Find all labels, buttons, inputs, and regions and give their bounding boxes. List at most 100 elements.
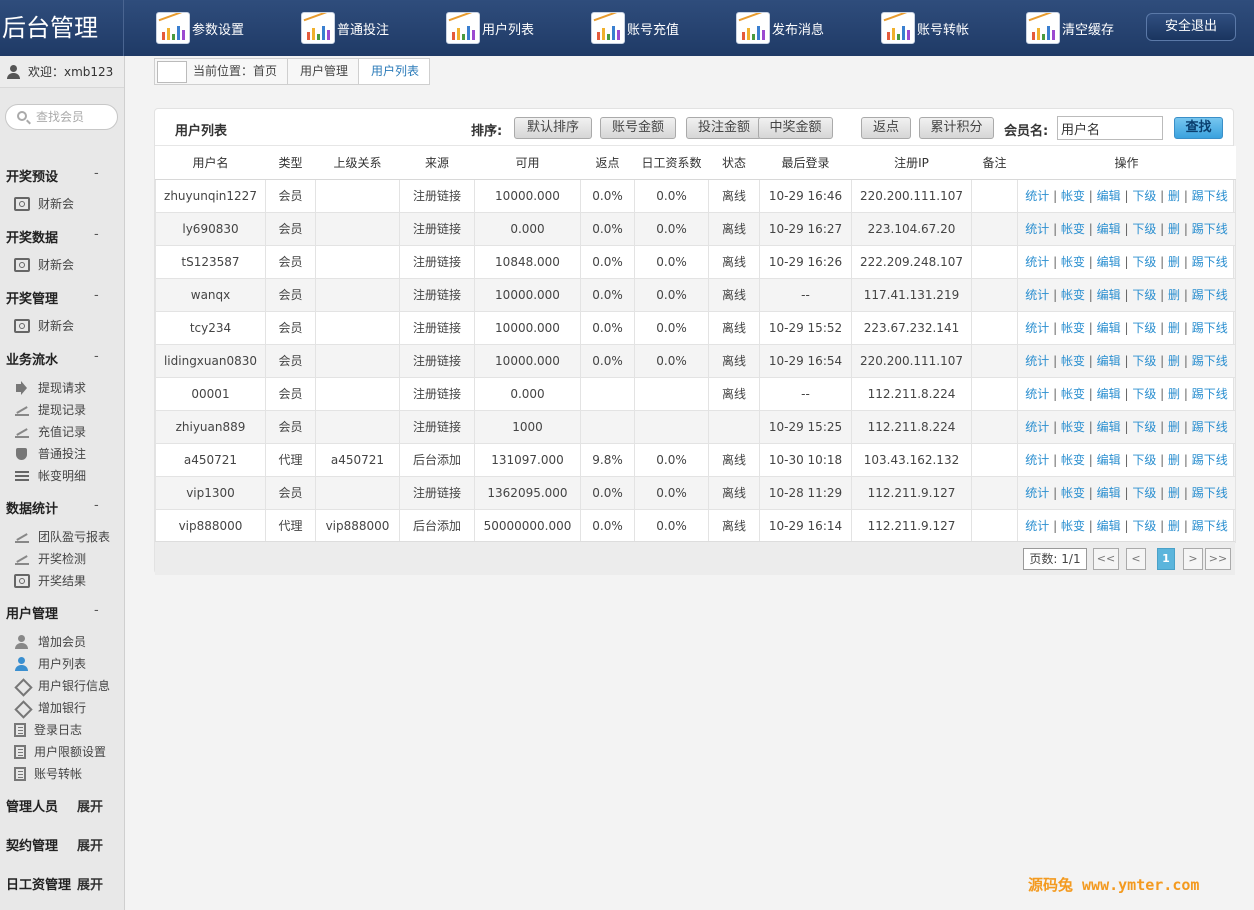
section-toggle[interactable]: - [94, 603, 99, 618]
section-toggle[interactable]: 展开 [77, 796, 103, 815]
nav-item-7[interactable]: 清空缓存 [1026, 11, 1114, 45]
action-link[interactable]: 删 [1168, 453, 1180, 467]
sidebar-section-title[interactable]: 用户管理 - [6, 603, 120, 622]
sidebar-item[interactable]: 普通投注 [14, 445, 86, 462]
action-link[interactable]: 踢下线 [1192, 189, 1228, 203]
sidebar-section-title[interactable]: 数据统计 - [6, 498, 120, 517]
action-link[interactable]: 帐变 [1061, 519, 1085, 533]
sidebar-section-title[interactable]: 开奖管理 - [6, 288, 120, 307]
action-link[interactable]: 帐变 [1061, 354, 1085, 368]
sidebar-section-title[interactable]: 日工资管理 展开 [6, 874, 120, 893]
action-link[interactable]: 下级 [1132, 420, 1156, 434]
section-toggle[interactable]: - [94, 349, 99, 364]
action-link[interactable]: 删 [1168, 321, 1180, 335]
action-link[interactable]: 下级 [1132, 189, 1156, 203]
action-link[interactable]: 下级 [1132, 486, 1156, 500]
action-link[interactable]: 统计 [1025, 387, 1049, 401]
action-link[interactable]: 帐变 [1061, 255, 1085, 269]
section-toggle[interactable]: - [94, 498, 99, 513]
action-link[interactable]: 帐变 [1061, 288, 1085, 302]
nav-item-2[interactable]: 普通投注 [301, 11, 389, 45]
action-link[interactable]: 下级 [1132, 387, 1156, 401]
action-link[interactable]: 删 [1168, 354, 1180, 368]
action-link[interactable]: 删 [1168, 255, 1180, 269]
action-link[interactable]: 编辑 [1097, 255, 1121, 269]
action-link[interactable]: 删 [1168, 189, 1180, 203]
action-link[interactable]: 统计 [1025, 222, 1049, 236]
action-link[interactable]: 踢下线 [1192, 222, 1228, 236]
sidebar-item[interactable]: 充值记录 [14, 423, 86, 440]
action-link[interactable]: 编辑 [1097, 486, 1121, 500]
sidebar-item[interactable]: 财新会 [14, 195, 74, 212]
action-link[interactable]: 踢下线 [1192, 420, 1228, 434]
action-link[interactable]: 统计 [1025, 255, 1049, 269]
action-link[interactable]: 编辑 [1097, 519, 1121, 533]
sidebar-item[interactable]: 登录日志 [14, 721, 82, 738]
sidebar-section-title[interactable]: 业务流水 - [6, 349, 120, 368]
action-link[interactable]: 统计 [1025, 321, 1049, 335]
action-link[interactable]: 帐变 [1061, 453, 1085, 467]
section-toggle[interactable]: - [94, 227, 99, 242]
action-link[interactable]: 下级 [1132, 321, 1156, 335]
action-link[interactable]: 帐变 [1061, 222, 1085, 236]
sidebar-item[interactable]: 开奖检测 [14, 550, 86, 567]
action-link[interactable]: 踢下线 [1192, 288, 1228, 302]
sort-button[interactable]: 投注金额 [686, 117, 762, 139]
logout-button[interactable]: 安全退出 [1146, 13, 1236, 41]
nav-item-1[interactable]: 参数设置 [156, 11, 244, 45]
action-link[interactable]: 删 [1168, 222, 1180, 236]
breadcrumb-user-management[interactable]: 用户管理 [287, 58, 360, 85]
action-link[interactable]: 统计 [1025, 453, 1049, 467]
sidebar-item[interactable]: 提现请求 [14, 379, 86, 396]
sidebar-item[interactable]: 团队盈亏报表 [14, 528, 110, 545]
action-link[interactable]: 踢下线 [1192, 321, 1228, 335]
nav-item-3[interactable]: 用户列表 [446, 11, 534, 45]
sidebar-item[interactable]: 帐变明细 [14, 467, 86, 484]
action-link[interactable]: 下级 [1132, 519, 1156, 533]
action-link[interactable]: 踢下线 [1192, 486, 1228, 500]
action-link[interactable]: 编辑 [1097, 321, 1121, 335]
action-link[interactable]: 踢下线 [1192, 453, 1228, 467]
action-link[interactable]: 帐变 [1061, 486, 1085, 500]
page-button[interactable]: << [1093, 548, 1119, 570]
sidebar-item[interactable]: 增加银行 [14, 699, 86, 716]
breadcrumb-home[interactable]: 当前位置：首页 [154, 58, 289, 85]
sidebar-item[interactable]: 增加会员 [14, 633, 86, 650]
action-link[interactable]: 踢下线 [1192, 354, 1228, 368]
sidebar-section-title[interactable]: 开奖数据 - [6, 227, 120, 246]
action-link[interactable]: 统计 [1025, 486, 1049, 500]
page-button[interactable]: >> [1205, 548, 1231, 570]
action-link[interactable]: 统计 [1025, 354, 1049, 368]
action-link[interactable]: 统计 [1025, 189, 1049, 203]
member-name-input[interactable] [1057, 116, 1163, 140]
action-link[interactable]: 统计 [1025, 420, 1049, 434]
sidebar-item[interactable]: 用户限额设置 [14, 743, 106, 760]
action-link[interactable]: 下级 [1132, 354, 1156, 368]
sidebar-item[interactable]: 财新会 [14, 256, 74, 273]
action-link[interactable]: 编辑 [1097, 354, 1121, 368]
sidebar-section-title[interactable]: 契约管理 展开 [6, 835, 120, 854]
action-link[interactable]: 帐变 [1061, 420, 1085, 434]
action-link[interactable]: 删 [1168, 288, 1180, 302]
sort-button[interactable]: 默认排序 [514, 117, 592, 139]
sidebar-item[interactable]: 账号转帐 [14, 765, 82, 782]
action-link[interactable]: 下级 [1132, 222, 1156, 236]
section-toggle[interactable]: - [94, 166, 99, 181]
page-button[interactable]: > [1183, 548, 1203, 570]
action-link[interactable]: 删 [1168, 486, 1180, 500]
sidebar-section-title[interactable]: 管理人员 展开 [6, 796, 120, 815]
action-link[interactable]: 编辑 [1097, 189, 1121, 203]
action-link[interactable]: 删 [1168, 420, 1180, 434]
action-link[interactable]: 统计 [1025, 519, 1049, 533]
sidebar-section-title[interactable]: 开奖预设 - [6, 166, 120, 185]
action-link[interactable]: 下级 [1132, 255, 1156, 269]
section-toggle[interactable]: - [94, 288, 99, 303]
section-toggle[interactable]: 展开 [77, 835, 103, 854]
action-link[interactable]: 帐变 [1061, 321, 1085, 335]
sidebar-item[interactable]: 开奖结果 [14, 572, 86, 589]
action-link[interactable]: 删 [1168, 519, 1180, 533]
sidebar-item[interactable]: 财新会 [14, 317, 74, 334]
find-button[interactable]: 查找 [1174, 117, 1223, 139]
action-link[interactable]: 踢下线 [1192, 519, 1228, 533]
sort-button[interactable]: 累计积分 [919, 117, 994, 139]
